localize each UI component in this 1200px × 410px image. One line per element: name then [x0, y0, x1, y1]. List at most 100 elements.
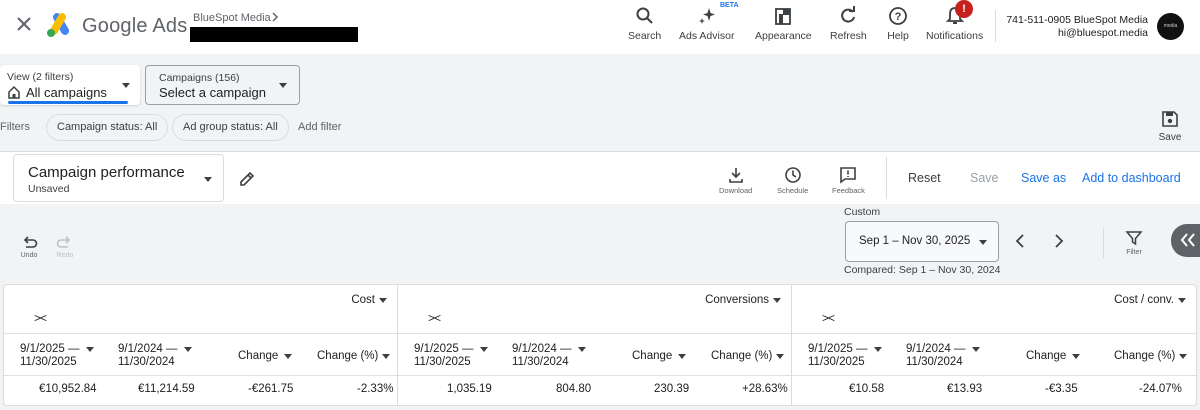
sparkle-icon [698, 8, 715, 24]
chevron-down-icon [86, 347, 94, 352]
avatar[interactable]: media [1157, 13, 1184, 40]
add-filter-link[interactable]: Add filter [298, 121, 341, 133]
expand-columns-icon[interactable]: >< [428, 311, 441, 325]
svg-text:?: ? [895, 11, 902, 23]
chevron-down-icon [279, 83, 287, 88]
report-title: Campaign performance [28, 164, 185, 181]
chevron-down-icon [578, 347, 586, 352]
column-header[interactable]: 9/1/2024 — 11/30/2024 [906, 343, 965, 369]
redo-button[interactable]: Redo [56, 233, 74, 259]
group-title[interactable]: Cost / conv. [1114, 294, 1174, 306]
expand-columns-icon[interactable]: >< [34, 311, 47, 325]
view-selector[interactable]: View (2 filters) All campaigns [0, 65, 140, 105]
beta-badge: BETA [720, 2, 739, 9]
column-header[interactable]: 9/1/2025 — 11/30/2025 [20, 343, 79, 369]
collapse-panel-button[interactable] [1171, 224, 1200, 257]
save-icon [1162, 111, 1178, 127]
column-header[interactable]: 9/1/2025 — 11/30/2025 [414, 343, 473, 369]
clock-icon [784, 167, 801, 183]
help-button[interactable]: ? Help [887, 5, 909, 42]
column-header[interactable]: Change (%) [317, 350, 378, 363]
column-header[interactable]: 9/1/2025 — 11/30/2025 [808, 343, 867, 369]
appearance-button[interactable]: Appearance [755, 5, 812, 42]
view-label: View (2 filters) [7, 71, 74, 83]
table-cell: -24.07% [1139, 383, 1182, 395]
save-as-button[interactable]: Save as [1021, 171, 1066, 185]
filters-label: Filters [0, 121, 30, 133]
view-value: All campaigns [26, 85, 107, 100]
date-range-picker[interactable]: Sep 1 – Nov 30, 2025 [845, 221, 999, 262]
table-cell: -€3.35 [1045, 383, 1078, 395]
report-selector[interactable]: Campaign performance Unsaved [13, 154, 224, 202]
filter-button[interactable]: Filter [1125, 229, 1143, 256]
chevron-down-icon [204, 177, 212, 182]
download-button[interactable]: Download [719, 166, 752, 195]
campaigns-label: Campaigns (156) [159, 72, 240, 84]
ads-advisor-button[interactable]: Ads Advisor [679, 5, 734, 42]
google-ads-logo[interactable] [46, 12, 74, 38]
table-cell: -€261.75 [248, 383, 294, 395]
table-cell: +28.63% [742, 383, 788, 395]
feedback-icon [840, 167, 857, 184]
save-view-button[interactable]: Save [1155, 110, 1185, 143]
chevron-down-icon[interactable] [773, 298, 781, 303]
chevron-down-icon [122, 83, 130, 88]
filter-icon [1125, 231, 1143, 246]
divider [4, 333, 397, 334]
expand-columns-icon[interactable]: >< [822, 311, 835, 325]
account-breadcrumb[interactable]: BlueSpot Media [193, 12, 271, 24]
table-cell: 1,035.19 [447, 383, 492, 395]
group-title[interactable]: Cost [351, 294, 375, 306]
column-header[interactable]: 9/1/2024 — 11/30/2024 [118, 343, 177, 369]
report-status: Unsaved [28, 183, 70, 195]
column-header[interactable]: Change (%) [1114, 350, 1175, 363]
save-button[interactable]: Save [970, 171, 999, 185]
group-title[interactable]: Conversions [705, 294, 769, 306]
undo-button[interactable]: Undo [20, 233, 38, 259]
feedback-button[interactable]: Feedback [832, 166, 865, 195]
redo-icon [56, 236, 71, 248]
column-header[interactable]: Change [632, 350, 672, 363]
account-info[interactable]: 741-511-0905 BlueSpot Media [1006, 14, 1148, 26]
chevron-down-icon [284, 354, 292, 359]
column-header[interactable]: 9/1/2024 — 11/30/2024 [512, 343, 571, 369]
brand-name: Google Ads [82, 15, 188, 37]
reset-button[interactable]: Reset [908, 171, 941, 185]
divider [398, 333, 791, 334]
campaign-selector[interactable]: Campaigns (156) Select a campaign [145, 65, 300, 105]
chevron-down-icon [382, 354, 390, 359]
table-cell: €11,214.59 [138, 383, 195, 395]
chevron-down-icon [678, 354, 686, 359]
chevron-down-icon [776, 354, 784, 359]
cost-group: Cost >< 9/1/2025 — 11/30/2025 9/1/2024 —… [4, 285, 398, 405]
table-cell: -2.33% [357, 383, 394, 395]
edit-pencil-icon[interactable] [238, 170, 256, 188]
chevron-down-icon [184, 347, 192, 352]
divider [792, 375, 1196, 376]
search-button[interactable]: Search [628, 5, 661, 42]
notification-badge: ! [955, 0, 973, 18]
close-icon[interactable] [14, 14, 34, 34]
chevron-down-icon[interactable] [1178, 298, 1186, 303]
divider [1103, 228, 1104, 258]
column-header[interactable]: Change [1026, 350, 1066, 363]
chevron-left-icon[interactable] [1013, 233, 1027, 249]
compared-range: Compared: Sep 1 – Nov 30, 2024 [844, 264, 1001, 276]
column-header[interactable]: Change (%) [711, 350, 772, 363]
chevron-right-icon[interactable] [270, 11, 280, 23]
view-active-indicator [8, 101, 128, 104]
schedule-button[interactable]: Schedule [777, 166, 808, 195]
account-email[interactable]: hi@bluespot.media [1058, 27, 1148, 39]
campaign-status-chip[interactable]: Campaign status: All [46, 114, 169, 141]
chevron-down-icon [1179, 354, 1187, 359]
table-cell: €10.58 [849, 383, 885, 395]
ad-group-status-chip[interactable]: Ad group status: All [172, 114, 289, 141]
refresh-button[interactable]: Refresh [830, 5, 867, 42]
download-icon [728, 168, 743, 183]
add-to-dashboard-button[interactable]: Add to dashboard [1082, 171, 1181, 185]
campaigns-value: Select a campaign [159, 85, 266, 100]
chevron-down-icon[interactable] [379, 298, 387, 303]
column-header[interactable]: Change [238, 350, 278, 363]
chevron-right-icon[interactable] [1052, 233, 1066, 249]
table-cell: 804.80 [556, 383, 592, 395]
